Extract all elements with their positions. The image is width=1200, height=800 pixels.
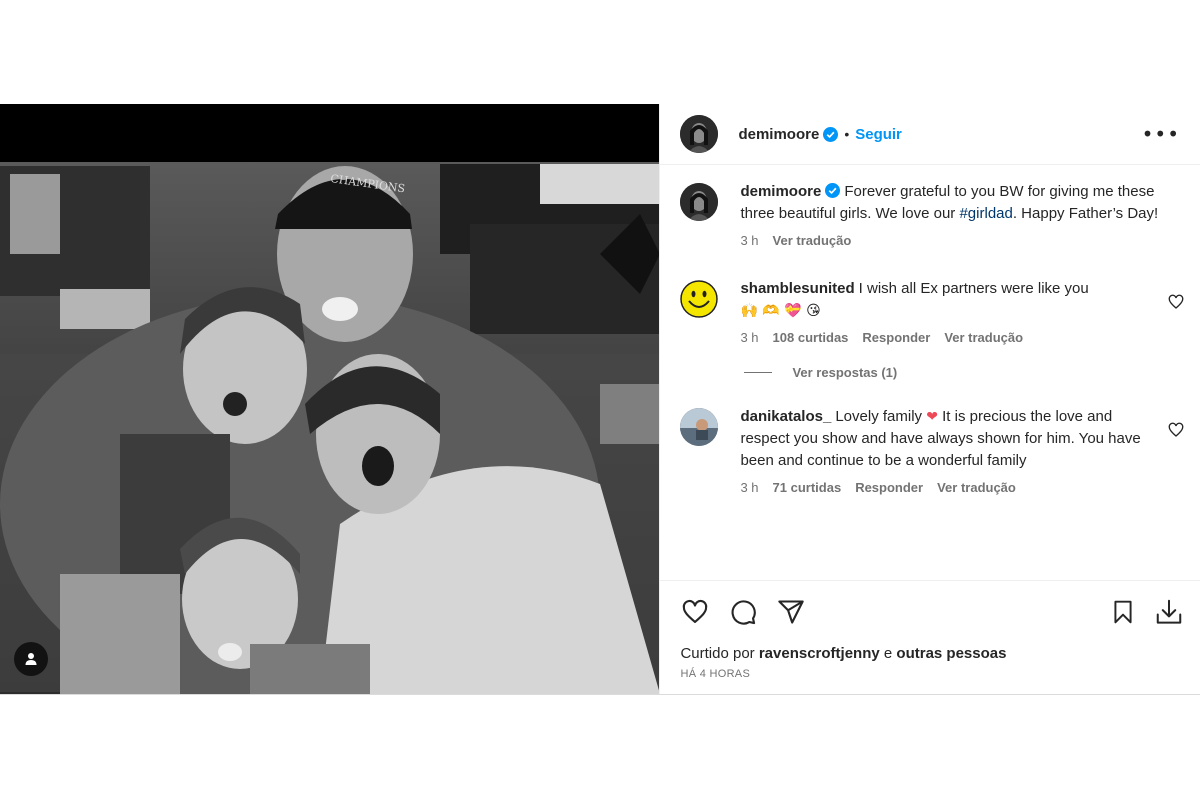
post-timestamp: HÁ 4 HORAS [680, 668, 751, 680]
comment-button[interactable] [728, 597, 758, 627]
follow-button[interactable]: Seguir [855, 126, 902, 143]
verified-badge-icon [823, 126, 839, 142]
comment-likes[interactable]: 108 curtidas [773, 330, 849, 345]
translate-button[interactable]: Ver tradução [937, 480, 1016, 495]
caption-row: demimoore Forever grateful to you BW for … [680, 181, 1184, 248]
post-photo: CHAMPIONS [0, 104, 660, 694]
caption-text: demimoore Forever grateful to you BW for … [740, 181, 1160, 225]
comment-username[interactable]: shamblesunited [740, 280, 854, 297]
liked-by-user[interactable]: ravenscroftjenny [759, 645, 880, 662]
comment-meta: 3 h 108 curtidas Responder Ver tradução [740, 330, 1160, 345]
comment-content-before: Lovely family [835, 408, 927, 425]
post-header: demimoore • Seguir ••• [660, 104, 1200, 165]
comment-username[interactable]: danikatalos_ [740, 408, 831, 425]
action-bar [660, 580, 1200, 643]
liked-by: Curtido por ravenscroftjenny e outras pe… [660, 645, 1200, 662]
more-options-icon[interactable]: ••• [1138, 124, 1184, 144]
comments-list: demimoore Forever grateful to you BW for … [660, 165, 1200, 580]
comment-text: shamblesunited I wish all Ex partners wer… [740, 278, 1160, 322]
comment-row: danikatalos_ Lovely family ❤ It is precio… [680, 406, 1184, 495]
separator-dot: • [844, 126, 850, 142]
reply-button[interactable]: Responder [855, 480, 923, 495]
comment-time: 3 h [740, 480, 759, 495]
like-button[interactable] [680, 597, 710, 627]
bookmark-icon [1114, 600, 1132, 624]
download-button[interactable] [1154, 597, 1184, 627]
post-panel: demimoore • Seguir ••• demimoore Forever… [659, 104, 1200, 694]
author-username[interactable]: demimoore [738, 126, 819, 143]
heart-icon [683, 599, 708, 623]
share-icon [778, 600, 805, 624]
reply-button[interactable]: Responder [862, 330, 930, 345]
caption-meta: 3 h Ver tradução [740, 233, 1160, 248]
comment-emojis: 🙌 🫶 💝 😘 [740, 303, 821, 319]
user-tag-icon [25, 653, 37, 665]
heart-icon [1168, 294, 1184, 309]
download-icon [1156, 599, 1182, 624]
liked-by-prefix: Curtido por [680, 645, 759, 662]
liked-by-others[interactable]: outras pessoas [896, 645, 1006, 662]
author-avatar[interactable] [680, 115, 719, 153]
comment-text: danikatalos_ Lovely family ❤ It is precio… [740, 406, 1160, 472]
caption-body: demimoore Forever grateful to you BW for … [740, 181, 1160, 248]
replies-line [744, 372, 773, 373]
share-button[interactable] [776, 597, 806, 627]
comment-like-button[interactable] [1168, 294, 1184, 310]
heart-emoji: ❤ [926, 409, 938, 425]
caption-text-after: . Happy Father’s Day! [1012, 205, 1159, 222]
view-replies: Ver respostas (1) [744, 365, 1184, 380]
heart-icon [1168, 422, 1184, 437]
comment-body: shamblesunited I wish all Ex partners wer… [740, 278, 1160, 345]
view-replies-button[interactable]: Ver respostas (1) [792, 365, 897, 380]
comment-icon [732, 600, 757, 625]
comment-time: 3 h [740, 330, 759, 345]
caption-username[interactable]: demimoore [740, 183, 821, 200]
liked-by-middle: e [879, 645, 897, 662]
save-button[interactable] [1108, 597, 1138, 627]
comment-likes[interactable]: 71 curtidas [773, 480, 842, 495]
post-media: CHAMPIONS [0, 104, 660, 694]
comment-body: danikatalos_ Lovely family ❤ It is precio… [740, 406, 1160, 495]
commenter-avatar[interactable] [680, 408, 719, 446]
comment-content: I wish all Ex partners were like you [858, 280, 1089, 297]
comment-like-button[interactable] [1168, 422, 1184, 438]
caption-time: 3 h [740, 233, 759, 248]
translate-button[interactable]: Ver tradução [944, 330, 1023, 345]
comment-row: shamblesunited I wish all Ex partners wer… [680, 278, 1184, 345]
action-bar-right [1092, 597, 1184, 627]
caption-avatar[interactable] [680, 183, 719, 221]
verified-badge-icon [825, 183, 841, 198]
panel-spacer [660, 680, 1200, 694]
hashtag-link[interactable]: #girldad [959, 205, 1012, 222]
user-tag-button[interactable] [14, 642, 48, 676]
commenter-avatar[interactable] [680, 280, 719, 318]
caption-translate-button[interactable]: Ver tradução [773, 233, 852, 248]
comment-meta: 3 h 71 curtidas Responder Ver tradução [740, 480, 1160, 495]
instagram-post: CHAMPIONS demimoore • Seguir ••• demimoo… [0, 104, 1200, 695]
